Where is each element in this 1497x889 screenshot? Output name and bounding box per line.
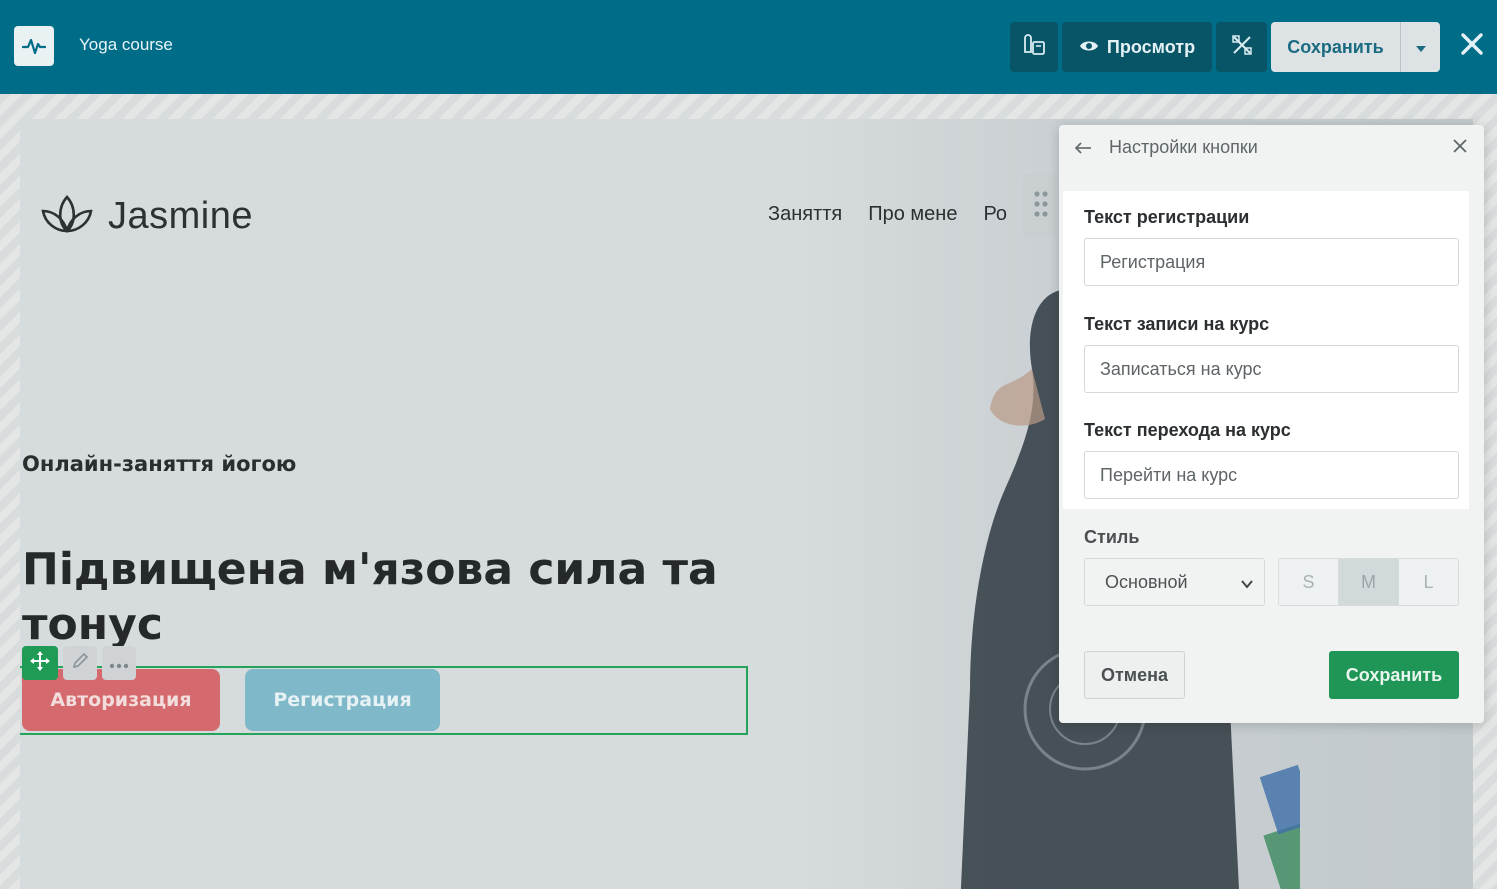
register-button[interactable]: Регистрация: [245, 669, 440, 731]
style-label: Стиль: [1084, 527, 1140, 547]
preview-button[interactable]: Просмотр: [1062, 22, 1212, 72]
nav-item-about[interactable]: Про мене: [868, 203, 957, 226]
lotus-logo-icon: [40, 193, 94, 239]
theme-icon: [1021, 32, 1047, 63]
enroll-text-label: Текст записи на курс: [1084, 314, 1270, 334]
design-tools-icon: [1230, 33, 1254, 62]
preview-label: Просмотр: [1106, 36, 1196, 57]
pencil-icon: [71, 652, 89, 674]
hero-headline: Підвищена м'язова сила та тонус: [22, 544, 718, 650]
back-arrow-icon: [1074, 139, 1092, 158]
brand-name: Jasmine: [108, 194, 253, 237]
save-options-dropdown[interactable]: [1400, 22, 1440, 72]
style-select-value: Основной: [1105, 571, 1188, 592]
style-select[interactable]: Основной: [1084, 558, 1265, 606]
edit-block-button[interactable]: [63, 646, 97, 680]
size-option-m[interactable]: M: [1339, 559, 1399, 605]
register-text-label: Текст регистрации: [1084, 207, 1250, 227]
top-toolbar: Yoga course Просмотр Сохранить: [0, 0, 1497, 94]
design-tools-button[interactable]: [1216, 22, 1267, 72]
close-editor-button[interactable]: [1454, 28, 1490, 64]
pulse-logo-icon[interactable]: [14, 26, 54, 66]
nav-item-schedule[interactable]: Ро: [983, 203, 1007, 226]
goto-course-text-label: Текст перехода на курс: [1084, 420, 1291, 440]
enroll-text-input[interactable]: [1084, 345, 1459, 393]
button-settings-panel: Настройки кнопки Текст регистрации Текст…: [1059, 125, 1484, 723]
cancel-button[interactable]: Отмена: [1084, 651, 1185, 699]
drag-dots-icon: [1034, 191, 1048, 221]
more-options-button[interactable]: [102, 646, 136, 680]
site-brand[interactable]: Jasmine: [40, 193, 253, 239]
nav-item-classes[interactable]: Заняття: [768, 203, 842, 226]
hero-subtitle: Онлайн-заняття йогою: [22, 452, 297, 476]
close-icon: [1452, 138, 1468, 158]
panel-save-button[interactable]: Сохранить: [1329, 651, 1459, 699]
move-icon: [30, 651, 50, 675]
panel-title: Настройки кнопки: [1109, 137, 1258, 157]
app-title: Yoga course: [79, 35, 173, 54]
eye-icon: [1079, 37, 1099, 58]
theme-button[interactable]: [1010, 22, 1058, 72]
chevron-down-icon: [1240, 575, 1254, 596]
size-option-l[interactable]: L: [1399, 559, 1458, 605]
size-option-s[interactable]: S: [1279, 559, 1339, 605]
back-button[interactable]: [1073, 137, 1093, 159]
drag-handle[interactable]: [1023, 174, 1059, 238]
site-nav: Заняття Про мене Ро: [768, 203, 1007, 226]
more-dots-icon: [109, 654, 129, 673]
chevron-down-icon: [1415, 38, 1427, 57]
panel-header: Настройки кнопки: [1059, 125, 1484, 171]
size-selector: S M L: [1278, 558, 1459, 606]
goto-course-text-input[interactable]: [1084, 451, 1459, 499]
move-block-button[interactable]: [22, 646, 58, 680]
register-text-input[interactable]: [1084, 238, 1459, 286]
panel-close-button[interactable]: [1449, 137, 1471, 159]
block-toolbar: [22, 646, 136, 680]
save-button[interactable]: Сохранить: [1271, 22, 1400, 72]
close-icon: [1460, 32, 1484, 60]
